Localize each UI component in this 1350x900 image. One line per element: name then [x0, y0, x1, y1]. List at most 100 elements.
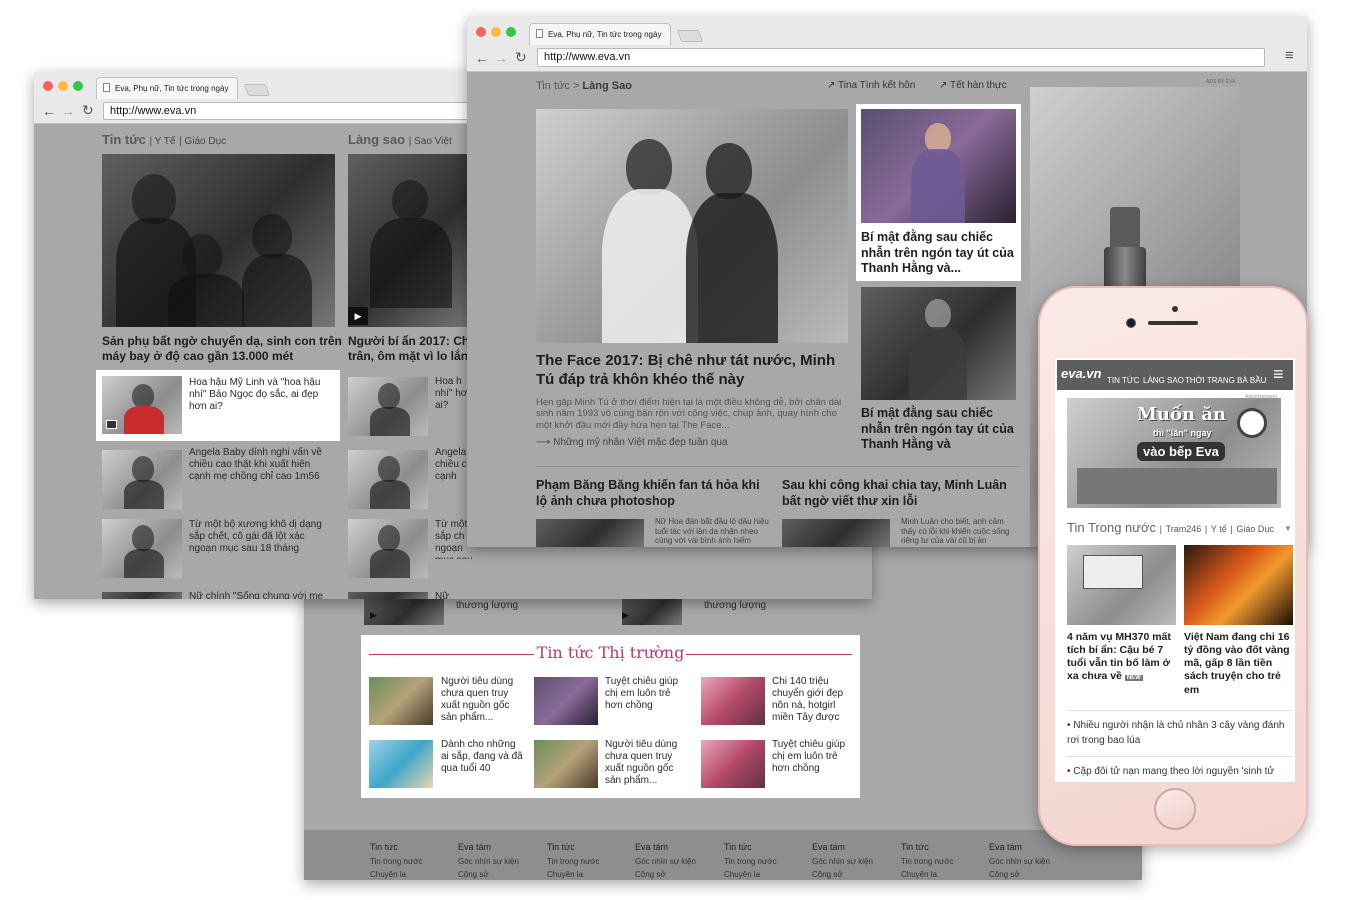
footer-link[interactable]: Góc nhìn sự kiện	[989, 857, 1050, 866]
list-item-title[interactable]: Nữ chính "Sống chung với mẹ	[189, 591, 334, 599]
story-headline[interactable]: Phạm Băng Băng khiến fan tá hỏa khi lộ ả…	[536, 478, 766, 509]
maximize-dot[interactable]	[506, 27, 516, 37]
menu-icon[interactable]: ≡	[1285, 48, 1294, 63]
footer-link[interactable]: Chuyên la	[901, 870, 937, 879]
story-photo[interactable]	[1067, 545, 1176, 625]
thumb[interactable]	[348, 377, 428, 436]
mobile-nav-item[interactable]: BÀ BẦU	[1237, 376, 1266, 385]
featured-photo[interactable]	[536, 109, 848, 343]
footer-link[interactable]: Cộng sở	[458, 870, 489, 879]
close-dot[interactable]	[43, 81, 53, 91]
footer-link[interactable]: Chuyên la	[547, 870, 583, 879]
thumb[interactable]	[102, 592, 182, 599]
minimize-dot[interactable]	[491, 27, 501, 37]
forward-icon[interactable]: →	[494, 51, 508, 65]
section-title[interactable]: Làng sao	[348, 132, 405, 147]
story-headline[interactable]: Sau khi công khai chia tay, Minh Luân bấ…	[782, 478, 1012, 509]
footer-heading[interactable]: Tin tức	[370, 842, 398, 852]
browser-tab[interactable]: Eva, Phụ nữ, Tin tức trong ngày	[529, 23, 671, 45]
footer-link[interactable]: Tin trong nước	[901, 857, 954, 866]
related-link[interactable]: ⟶ Những mỹ nhân Việt mặc đẹp tuần qua	[536, 437, 728, 448]
subsection-link[interactable]: Giáo Dục	[1236, 524, 1274, 534]
close-dot[interactable]	[476, 27, 486, 37]
market-thumb[interactable]	[534, 677, 598, 725]
footer-link[interactable]: Cộng sở	[635, 870, 666, 879]
footer-link[interactable]: Góc nhìn sự kiện	[812, 857, 873, 866]
market-thumb[interactable]	[701, 740, 765, 788]
footer-heading[interactable]: Eva tám	[458, 842, 491, 852]
footer-heading[interactable]: Tin tức	[724, 842, 752, 852]
section-heading[interactable]: Làng sao | Sao Việt	[348, 132, 452, 147]
list-item-title[interactable]: Nữ chính "Sống chung với mẹ	[435, 591, 473, 599]
play-icon[interactable]: ▶	[622, 610, 629, 621]
mobile-section-heading[interactable]: Tin Trong nước | Tram246 | Y tế | Giáo D…	[1067, 520, 1274, 535]
new-tab-button[interactable]	[676, 30, 704, 42]
subsection-link[interactable]: Y tế	[1211, 524, 1227, 534]
market-thumb[interactable]	[369, 677, 433, 725]
footer-link[interactable]: Cộng sở	[989, 870, 1020, 879]
mobile-nav-item[interactable]: TIN TỨC	[1107, 376, 1139, 385]
forward-icon[interactable]: →	[61, 104, 75, 118]
breadcrumb-item[interactable]: Tin tức	[536, 80, 570, 92]
side-headline[interactable]: Bí mật đằng sau chiếc nhẫn trên ngón tay…	[861, 406, 1021, 453]
maximize-dot[interactable]	[73, 81, 83, 91]
market-item[interactable]: Dành cho những ai sắp, đang và đã qua tu…	[441, 739, 523, 775]
main-photo[interactable]	[348, 154, 473, 327]
thumb[interactable]	[348, 519, 428, 578]
trending-link[interactable]: ↗ Tết hàn thực	[939, 80, 1007, 91]
thumb[interactable]	[348, 450, 428, 509]
thumb[interactable]	[102, 450, 182, 509]
market-item[interactable]: Người tiêu dùng chưa quen truy xuất nguồ…	[441, 676, 523, 724]
highlight-card[interactable]: Hoa hậu Mỹ Linh và "hoa hậu nhí" Bảo Ngọ…	[96, 370, 340, 441]
story-photo[interactable]	[1184, 545, 1293, 625]
market-item[interactable]: Tuyệt chiêu giúp chị em luôn trẻ hơn chồ…	[772, 739, 854, 775]
main-photo[interactable]	[102, 154, 335, 327]
back-icon[interactable]: ←	[475, 51, 489, 65]
market-item[interactable]: Tuyệt chiêu giúp chị em luôn trẻ hơn chồ…	[605, 676, 687, 712]
subsection-link[interactable]: Sao Việt	[414, 136, 452, 147]
address-bar[interactable]: http://www.eva.vn	[537, 48, 1265, 67]
footer-link[interactable]: Góc nhìn sự kiện	[458, 857, 519, 866]
footer-link[interactable]: Cộng sở	[812, 870, 843, 879]
subsection-link[interactable]: Y Tế	[155, 136, 176, 147]
story-headline[interactable]: 4 năm vụ MH370 mất tích bí ẩn: Cậu bé 7 …	[1067, 631, 1177, 684]
footer-heading[interactable]: Eva tám	[812, 842, 845, 852]
minimize-dot[interactable]	[58, 81, 68, 91]
news-line[interactable]: • Cặp đôi tử nạn mang theo lời nguyền 's…	[1067, 764, 1293, 779]
mobile-nav-item[interactable]: THỜI TRANG	[1185, 376, 1235, 385]
footer-link[interactable]: Chuyên la	[724, 870, 760, 879]
footer-heading[interactable]: Tin tức	[901, 842, 929, 852]
story-thumb[interactable]	[536, 519, 644, 547]
section-title[interactable]: Tin Trong nước	[1067, 520, 1156, 535]
footer-link[interactable]: Tin trong nước	[724, 857, 777, 866]
story-thumb[interactable]	[782, 519, 890, 547]
news-line[interactable]: • Nhiều người nhận là chủ nhân 3 cây vàn…	[1067, 718, 1293, 748]
chevron-down-icon[interactable]: ▼	[1284, 524, 1292, 533]
footer-link[interactable]: Tin trong nước	[370, 857, 423, 866]
play-icon[interactable]: ▶	[370, 610, 377, 621]
new-tab-button[interactable]	[243, 84, 271, 96]
footer-heading[interactable]: Eva tám	[635, 842, 668, 852]
back-icon[interactable]: ←	[42, 104, 56, 118]
reload-icon[interactable]: ↻	[515, 50, 527, 64]
market-thumb[interactable]	[701, 677, 765, 725]
market-item[interactable]: Chi 140 triệu chuyển giới đẹp nõn nà, ho…	[772, 676, 854, 724]
home-button[interactable]	[1154, 788, 1196, 830]
eva-logo[interactable]: eva.vn	[1061, 366, 1101, 381]
thumb[interactable]	[348, 592, 428, 599]
section-title[interactable]: Tin tức	[102, 132, 146, 147]
side-card-highlight[interactable]: Bí mật đằng sau chiếc nhẫn trên ngón tay…	[856, 104, 1021, 281]
breadcrumb-item[interactable]: Làng Sao	[582, 80, 632, 92]
market-thumb[interactable]	[369, 740, 433, 788]
browser-tab[interactable]: Eva, Phụ nữ, Tin tức trong ngày	[96, 77, 238, 99]
footer-link[interactable]: Tin trong nước	[547, 857, 600, 866]
subsection-link[interactable]: Tram246	[1166, 524, 1202, 534]
play-icon[interactable]: ▶	[348, 307, 368, 325]
footer-link[interactable]: Góc nhìn sự kiện	[635, 857, 696, 866]
market-item[interactable]: Người tiêu dùng chưa quen truy xuất nguồ…	[605, 739, 687, 787]
reload-icon[interactable]: ↻	[82, 103, 94, 117]
main-headline[interactable]: Người bí ẩn 2017: Chi trân, ôm mặt vì lo…	[348, 334, 474, 364]
trending-link[interactable]: ↗ Tina Tình kết hôn	[827, 80, 915, 91]
promo-banner[interactable]: Muốn ăn thì "lăn" ngay vào bếp Eva	[1067, 398, 1281, 508]
hamburger-icon[interactable]: ≡	[1273, 365, 1284, 383]
